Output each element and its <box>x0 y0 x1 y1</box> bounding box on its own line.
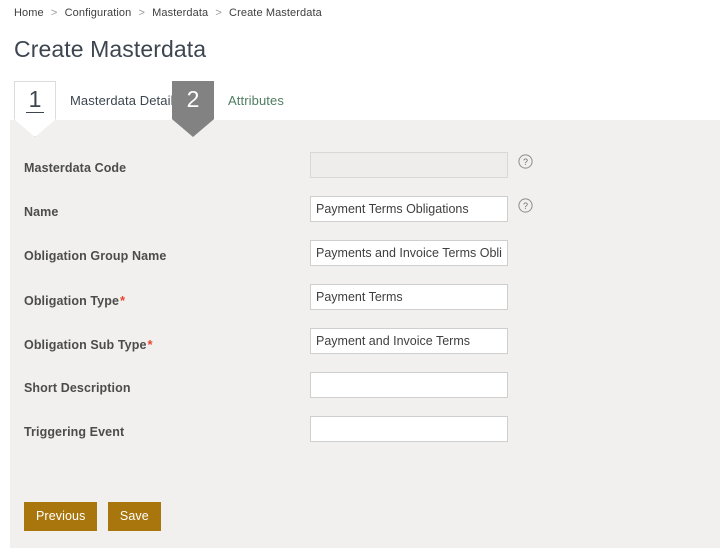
help-circle-icon[interactable]: ? <box>518 154 533 169</box>
label-short-description: Short Description <box>24 381 131 395</box>
input-triggering-event[interactable] <box>310 416 508 442</box>
label-obligation-type-text: Obligation Type <box>24 294 119 308</box>
form-row-triggering-event: Triggering Event <box>10 414 720 458</box>
page-title: Create Masterdata <box>14 36 720 63</box>
breadcrumb-item-home[interactable]: Home <box>14 7 44 19</box>
wizard-step-2-attributes[interactable]: 2 Attributes <box>172 81 284 120</box>
svg-text:?: ? <box>523 157 528 167</box>
label-obligation-sub-type: Obligation Sub Type* <box>24 337 153 352</box>
input-short-description[interactable] <box>310 372 508 398</box>
label-obligation-type: Obligation Type* <box>24 293 125 308</box>
form-row-short-description: Short Description <box>10 370 720 414</box>
wizard-step-tabs: 1 Masterdata Details 2 Attributes <box>0 81 720 120</box>
form-row-name: Name ? <box>10 194 720 238</box>
input-name[interactable] <box>310 196 508 222</box>
previous-button[interactable]: Previous <box>24 502 97 531</box>
masterdata-form: Masterdata Code ? Name ? Obligation <box>10 120 720 458</box>
required-marker: * <box>147 337 153 352</box>
breadcrumb-separator: > <box>47 7 62 19</box>
form-row-obligation-group-name: Obligation Group Name <box>10 238 720 282</box>
step-1-label: Masterdata Details <box>56 93 180 108</box>
form-row-obligation-type: Obligation Type* <box>10 282 720 326</box>
input-masterdata-code[interactable] <box>310 152 508 178</box>
input-obligation-type[interactable] <box>310 284 508 310</box>
form-panel: Masterdata Code ? Name ? Obligation <box>10 120 720 548</box>
form-row-obligation-sub-type: Obligation Sub Type* <box>10 326 720 370</box>
breadcrumb-item-create-masterdata[interactable]: Create Masterdata <box>229 7 322 19</box>
breadcrumb-item-masterdata[interactable]: Masterdata <box>152 7 208 19</box>
step-1-chevron: 1 <box>14 81 56 120</box>
input-obligation-sub-type[interactable] <box>310 328 508 354</box>
save-button[interactable]: Save <box>108 502 161 531</box>
label-masterdata-code: Masterdata Code <box>24 161 126 175</box>
step-2-chevron: 2 <box>172 81 214 120</box>
label-obligation-group-name: Obligation Group Name <box>24 249 166 263</box>
step-2-number: 2 <box>187 88 200 113</box>
svg-text:?: ? <box>523 201 528 211</box>
wizard-step-1-masterdata-details[interactable]: 1 Masterdata Details <box>14 81 180 120</box>
breadcrumb: Home > Configuration > Masterdata > Crea… <box>0 0 720 19</box>
breadcrumb-separator: > <box>211 7 226 19</box>
label-triggering-event: Triggering Event <box>24 425 124 439</box>
label-name: Name <box>24 205 58 219</box>
label-obligation-sub-type-text: Obligation Sub Type <box>24 338 147 352</box>
required-marker: * <box>119 293 125 308</box>
form-row-masterdata-code: Masterdata Code ? <box>10 150 720 194</box>
step-2-label: Attributes <box>214 93 284 108</box>
breadcrumb-item-configuration[interactable]: Configuration <box>65 7 132 19</box>
input-obligation-group-name[interactable] <box>310 240 508 266</box>
help-circle-icon[interactable]: ? <box>518 198 533 213</box>
form-actions: Previous Save <box>24 502 167 531</box>
step-1-number: 1 <box>26 88 45 113</box>
breadcrumb-separator: > <box>134 7 149 19</box>
